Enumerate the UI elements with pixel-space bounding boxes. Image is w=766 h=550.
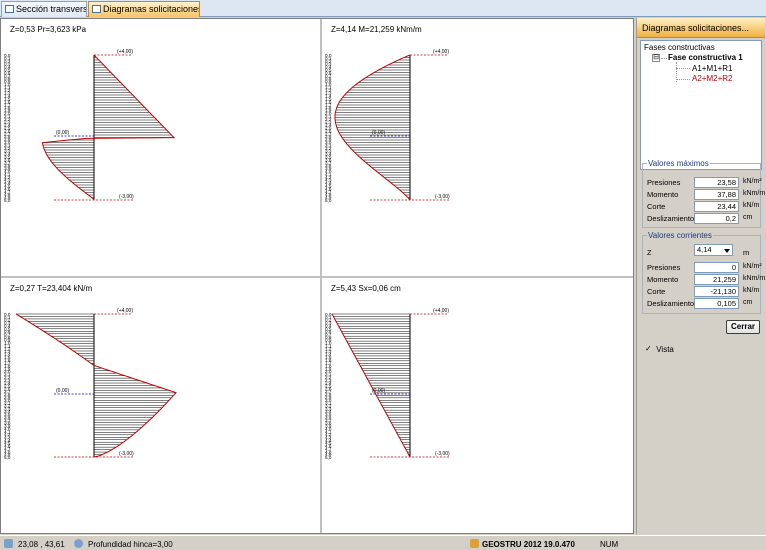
status-bar: 23,08 , 43,61 Profundidad hinca=3,00 GEO… (0, 535, 766, 550)
z-select[interactable]: 4,14 (694, 244, 733, 256)
document-icon (92, 5, 101, 13)
row-value: -21,130 (694, 286, 739, 297)
bottom-level-label: (-3,00) (435, 194, 450, 200)
app-logo-icon (470, 539, 479, 548)
z-label: Z (647, 248, 652, 257)
tab-seccion-transversal[interactable]: Sección transversal (1, 1, 87, 17)
view-checkbox-label: Vista (656, 345, 674, 354)
diagram-displacement[interactable]: Z=5,43 Sx=0,06 cm 0,0 0,1 0,2 0,3 0,4 0,5 0,6 0… (323, 279, 633, 532)
max-row-presiones: Presiones 23,58 kN/m² (647, 177, 762, 188)
depth-tick-label: 5,0 (325, 455, 332, 460)
side-panel: Diagramas solicitaciones... Fases constr… (636, 18, 765, 534)
row-unit: cm (743, 214, 753, 221)
max-values-group: Valores máximos Presiones 23,58 kN/m² Mo… (642, 159, 765, 228)
tab-diagramas-solicitaciones[interactable]: Diagramas solicitaciones.. (88, 1, 200, 17)
row-unit: cm (743, 299, 753, 306)
row-label: Presiones (647, 263, 681, 272)
shear-diagram-svg: 0,00,10,20,30,40,50,60,70,80,91,01,11,21… (4, 308, 177, 460)
cur-row-deslizamiento: Deslizamiento 0,105 cm (647, 298, 759, 309)
current-values-group: Valores corrientes Z 4,14 m Presiones 0 … (642, 231, 765, 314)
document-tab-bar: Sección transversal Diagramas solicitaci… (0, 0, 766, 17)
bottom-level-label: (-3,00) (119, 194, 134, 200)
row-unit: kNm/m (743, 275, 766, 282)
max-row-deslizamiento: Deslizamiento 0,2 cm (647, 213, 759, 224)
row-value: 0,105 (694, 298, 739, 309)
cur-row-corte: Corte -21,130 kN/m (647, 286, 759, 297)
tree-connector (676, 68, 690, 69)
displacement-diagram-svg: 0,00,10,20,30,40,50,60,70,80,91,01,11,21… (325, 308, 450, 460)
top-level-label: (+4,00) (433, 49, 449, 55)
row-label: Corte (647, 202, 666, 211)
row-value: 21,259 (694, 274, 739, 285)
depth-tick-label: 5,0 (4, 198, 11, 203)
tree-connector (676, 79, 690, 80)
diagrams-area: Z=0,53 Pr=3,623 kPa 0,0 0,1 0,2 0,3 0,4 0,5 0,… (0, 18, 634, 534)
bottom-level-label: (-3,00) (119, 451, 134, 457)
excavation-level-label: (0,00) (56, 130, 69, 136)
tree-connector (661, 58, 667, 59)
diagram-shear[interactable]: Z=0,27 T=23,404 kN/m 0,0 0,1 0,2 0,3 0,4 0,5 0… (2, 279, 319, 532)
depth-tick-label: 5,0 (325, 198, 332, 203)
row-value: 23,58 (694, 177, 739, 188)
checkbox-check-icon: ✓ (645, 344, 652, 354)
tab-label: Sección transversal (16, 4, 87, 14)
status-coords: 23,08 , 43,61 (18, 540, 65, 549)
bottom-level-label: (-3,00) (435, 451, 450, 457)
max-row-momento: Momento 37,88 kNm/m (647, 189, 765, 200)
row-unit: kN/m² (743, 263, 762, 270)
row-label: Momento (647, 275, 679, 284)
tree-item-a2m2r2[interactable]: A2+M2+R2 (692, 74, 732, 83)
row-value: 23,44 (694, 201, 739, 212)
row-label: Deslizamiento (647, 299, 695, 308)
top-level-label: (+4,00) (117, 49, 133, 55)
status-app: GEOSTRU 2012 19.0.470 (482, 540, 575, 549)
globe-icon (74, 539, 83, 548)
cursor-icon (4, 539, 13, 548)
row-label: Deslizamiento (647, 214, 695, 223)
top-level-label: (+4,00) (117, 308, 133, 314)
top-level-label: (+4,00) (433, 308, 449, 314)
tree-phase-node[interactable]: Fase constructiva 1 (668, 53, 743, 62)
horizontal-splitter[interactable] (1, 276, 633, 278)
row-value: 0,2 (694, 213, 739, 224)
tab-label: Diagramas solicitaciones.. (103, 4, 200, 14)
row-value: 37,88 (694, 189, 739, 200)
max-row-corte: Corte 23,44 kN/m (647, 201, 759, 212)
group-legend: Valores máximos (648, 159, 709, 168)
moment-diagram-svg: 0,00,10,20,30,40,50,60,70,80,91,01,11,21… (325, 49, 450, 203)
diagram-pressure[interactable]: Z=0,53 Pr=3,623 kPa 0,0 0,1 0,2 0,3 0,4 0,5 0,… (2, 20, 319, 275)
pressure-diagram-svg: 0,00,10,20,30,40,50,60,70,80,91,01,11,21… (4, 49, 176, 203)
diagram-moment[interactable]: Z=4,14 M=21,259 kNm/m 0,0 0,1 0,2 0,3 0,4 0,5… (323, 20, 633, 275)
z-select-value: 4,14 (697, 245, 712, 254)
row-label: Corte (647, 287, 666, 296)
chevron-down-icon (724, 249, 730, 253)
row-unit: kN/m (743, 287, 760, 294)
excavation-level-label: (0,00) (372, 388, 385, 394)
excavation-level-label: (0,00) (372, 130, 385, 136)
depth-tick-label: 5,0 (4, 455, 11, 460)
status-depth: Profundidad hinca=3,00 (88, 540, 173, 549)
z-unit: m (743, 248, 750, 257)
document-icon (5, 5, 14, 13)
row-unit: kN/m (743, 202, 760, 209)
cur-row-presiones: Presiones 0 kN/m² (647, 262, 762, 273)
row-value: 0 (694, 262, 739, 273)
row-unit: kNm/m (743, 190, 766, 197)
phases-tree[interactable]: Fases constructivas ⊟ Fase constructiva … (640, 40, 762, 170)
view-checkbox[interactable]: ✓ Vista (645, 345, 674, 354)
collapse-icon[interactable]: ⊟ (652, 54, 660, 62)
status-num: NUM (600, 540, 619, 549)
row-label: Momento (647, 190, 679, 199)
close-button[interactable]: Cerrar (726, 320, 760, 334)
tree-root-label: Fases constructivas (644, 43, 715, 52)
panel-title: Diagramas solicitaciones... (637, 18, 765, 38)
excavation-level-label: (0,00) (56, 388, 69, 394)
cur-row-momento: Momento 21,259 kNm/m (647, 274, 765, 285)
group-legend: Valores corrientes (648, 231, 712, 240)
tree-item-a1m1r1[interactable]: A1+M1+R1 (692, 64, 732, 73)
row-unit: kN/m² (743, 178, 762, 185)
row-label: Presiones (647, 178, 681, 187)
